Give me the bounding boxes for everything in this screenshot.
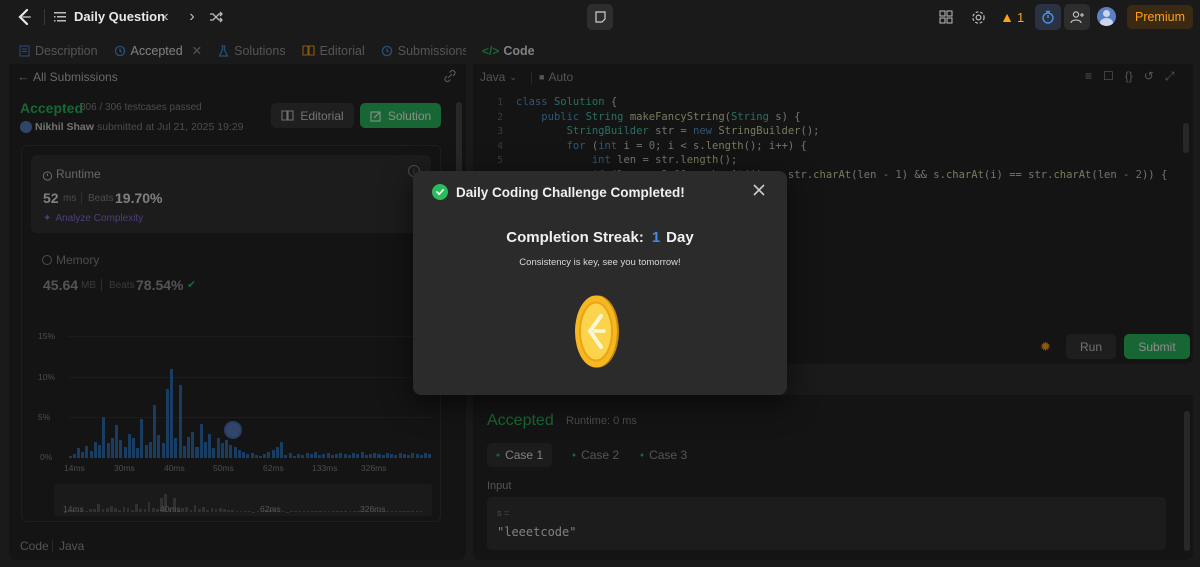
streak-count[interactable]: 1 xyxy=(1017,10,1024,25)
top-bar: Daily Question ‹ › ▲ 1 Premium xyxy=(0,0,1200,35)
modal-backdrop xyxy=(473,369,1193,560)
logo-icon xyxy=(18,8,31,26)
prev-question-icon[interactable]: ‹ xyxy=(158,8,174,26)
premium-button[interactable]: Premium xyxy=(1127,5,1193,29)
modal-backdrop xyxy=(9,37,466,560)
streak-line: Completion Streak: 1 Day xyxy=(413,229,787,246)
settings-gear-icon[interactable] xyxy=(970,9,986,25)
test-result-panel: Accepted Runtime: 0 ms ● Case 1 ● Case 2… xyxy=(473,369,1193,560)
note-icon xyxy=(594,10,606,23)
modal-title: Daily Coding Challenge Completed! xyxy=(456,185,685,200)
streak-unit: Day xyxy=(666,229,694,246)
notes-button[interactable] xyxy=(587,4,613,30)
daily-question-title[interactable]: Daily Question xyxy=(74,9,165,24)
stopwatch-icon xyxy=(1042,10,1054,24)
modal-subtitle: Consistency is key, see you tomorrow! xyxy=(519,257,681,268)
add-friend-icon[interactable] xyxy=(1064,4,1090,30)
close-icon[interactable] xyxy=(751,182,769,200)
leetcode-logo[interactable] xyxy=(14,6,36,28)
streak-label: Completion Streak: xyxy=(506,229,644,246)
check-circle-icon xyxy=(432,184,448,200)
gold-coin-icon xyxy=(574,294,620,369)
streak-value: 1 xyxy=(651,229,661,246)
streak-fire-icon[interactable]: ▲ xyxy=(1000,9,1014,25)
next-question-icon[interactable]: › xyxy=(184,8,200,26)
submission-panel: Description Accepted ✕ Solutions Editori… xyxy=(9,37,466,560)
shuffle-icon[interactable] xyxy=(208,9,224,25)
challenge-completed-modal: Daily Coding Challenge Completed! Comple… xyxy=(413,171,787,395)
layout-icon[interactable] xyxy=(938,9,954,25)
problem-list-icon[interactable] xyxy=(52,9,68,25)
avatar[interactable] xyxy=(1097,7,1116,26)
timer-button[interactable] xyxy=(1035,4,1061,30)
